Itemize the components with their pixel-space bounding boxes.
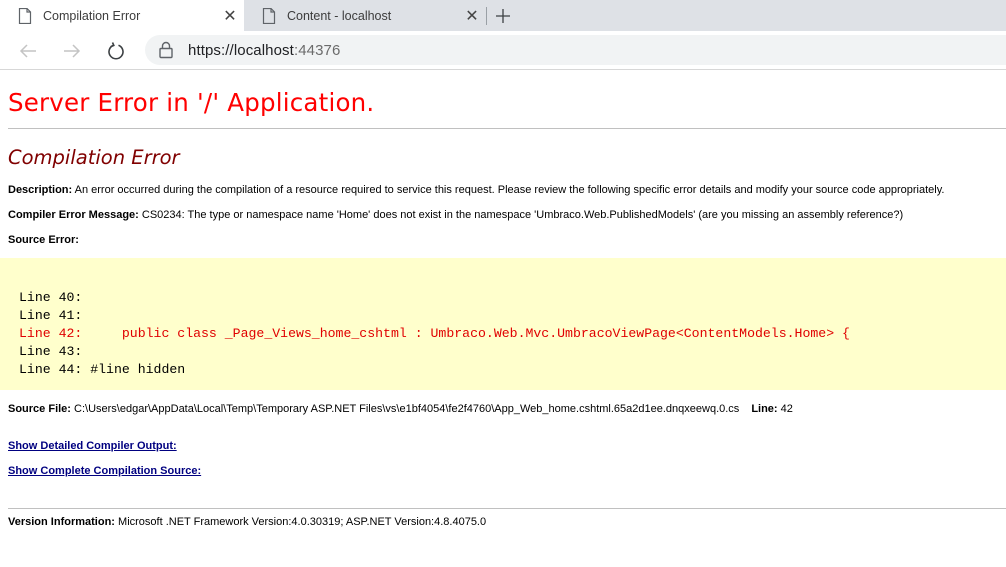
- tab-compilation-error[interactable]: Compilation Error ✕: [0, 0, 244, 31]
- version-text: Microsoft .NET Framework Version:4.0.303…: [114, 516, 487, 528]
- refresh-button[interactable]: [104, 39, 128, 63]
- source-file-path: C:\Users\edgar\AppData\Local\Temp\Tempor…: [70, 403, 740, 415]
- code-line: Line 44: #line hidden: [19, 362, 186, 377]
- description-label: Description:: [8, 184, 73, 196]
- close-tab-icon[interactable]: ✕: [216, 6, 244, 26]
- version-label: Version Information:: [8, 516, 115, 528]
- show-detailed-compiler-output-link[interactable]: Show Detailed Compiler Output:: [8, 440, 177, 452]
- show-complete-compilation-source-link[interactable]: Show Complete Compilation Source:: [8, 465, 201, 477]
- browser-toolbar: https://localhost:44376: [0, 31, 1006, 70]
- back-button[interactable]: [16, 39, 40, 63]
- code-line-error: Line 42: public class _Page_Views_home_c…: [19, 326, 850, 341]
- arrow-right-icon: [64, 44, 81, 58]
- tab-content-localhost[interactable]: Content - localhost ✕: [244, 0, 486, 31]
- page-title: Server Error in '/' Application.: [8, 88, 375, 117]
- line-number: 42: [777, 403, 793, 415]
- url-port: :44376: [293, 41, 341, 59]
- url-host: https://localhost: [188, 41, 294, 59]
- plus-icon: [496, 8, 510, 23]
- error-page: Server Error in '/' Application. Compila…: [0, 70, 1006, 528]
- source-code-block: Line 40: Line 41: Line 42: public class _P…: [0, 258, 1006, 390]
- line-label: Line:: [751, 403, 778, 415]
- code-line: Line 40:: [19, 290, 83, 305]
- refresh-icon: [108, 42, 124, 60]
- tab-bar: Compilation Error ✕ Content - localhost …: [0, 0, 1006, 31]
- page-icon: [18, 7, 32, 24]
- compiler-error-message: Compiler Error Message: CS0234: The type…: [8, 209, 1006, 221]
- tab-title: Content - localhost: [287, 8, 392, 23]
- close-tab-icon[interactable]: ✕: [458, 6, 486, 26]
- new-tab-button[interactable]: [487, 0, 519, 31]
- tab-title: Compilation Error: [43, 8, 141, 23]
- source-file-label: Source File:: [8, 403, 71, 415]
- compiler-error-text: CS0234: The type or namespace name 'Home…: [138, 209, 904, 221]
- source-error-label: Source Error:: [8, 234, 79, 246]
- version-information: Version Information: Microsoft .NET Fram…: [8, 516, 1006, 528]
- description-text: An error occurred during the compilation…: [72, 184, 945, 196]
- code-line: Line 41:: [19, 308, 83, 323]
- source-error-heading: Source Error:: [8, 234, 1006, 246]
- lock-icon: [159, 41, 173, 59]
- address-bar[interactable]: https://localhost:44376: [145, 35, 1006, 65]
- forward-button[interactable]: [60, 39, 84, 63]
- source-file-info: Source File: C:\Users\edgar\AppData\Loca…: [8, 403, 1006, 415]
- divider: [8, 128, 1006, 129]
- divider: [8, 508, 1006, 509]
- arrow-left-icon: [19, 44, 36, 58]
- error-subtitle: Compilation Error: [8, 146, 180, 169]
- description: Description: An error occurred during th…: [8, 184, 1006, 196]
- code-line: Line 43:: [19, 344, 83, 359]
- page-icon: [262, 7, 276, 24]
- compiler-error-label: Compiler Error Message:: [8, 209, 139, 221]
- url-text: https://localhost:44376: [188, 42, 340, 59]
